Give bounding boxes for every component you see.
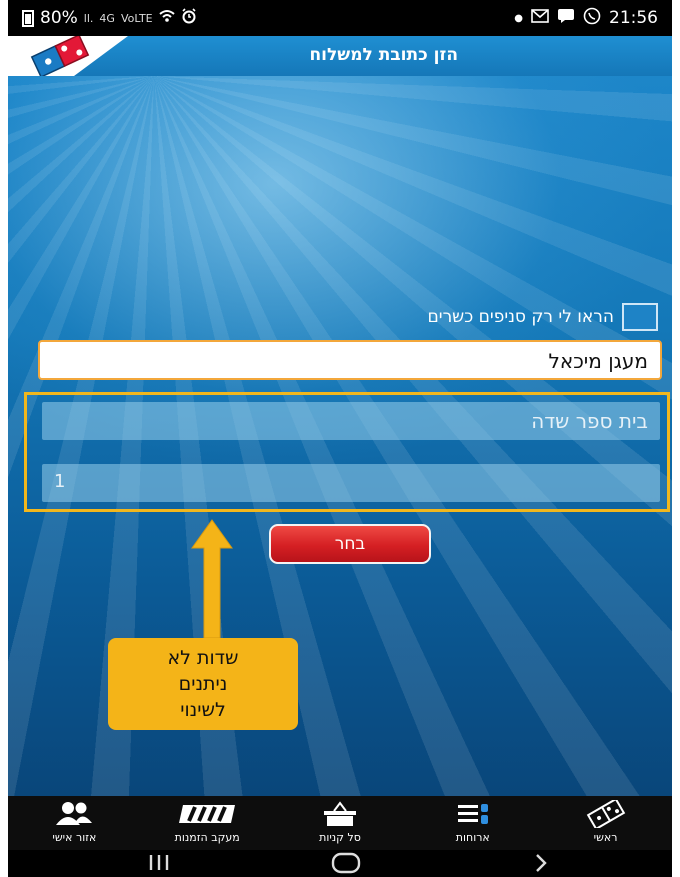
nav-label-home: ראשי — [593, 831, 618, 844]
callout-line-3: לשינוי — [180, 699, 226, 721]
order-tracking-icon — [175, 800, 239, 828]
nav-item-home[interactable]: ראשי — [539, 796, 672, 850]
mail-icon — [531, 8, 549, 28]
signal-strength-text: ll. — [83, 11, 94, 25]
bottom-navigation: אזור אישי מעקב הזמנות סל קניות ארוחות רא… — [8, 796, 672, 850]
page-title: הזן כתובת למשלוח — [309, 45, 459, 65]
message-icon — [557, 8, 575, 29]
kosher-filter-label: הראו לי רק סניפים כשרים — [427, 307, 615, 327]
house-number-field[interactable]: 1 — [42, 464, 660, 502]
battery-percent: 80% — [40, 8, 78, 28]
nav-label-personal-area: אזור אישי — [52, 831, 97, 844]
annotation-arrow-icon — [180, 514, 244, 642]
kosher-filter-checkbox[interactable] — [622, 303, 658, 331]
annotation-callout: שדות לא ניתנים לשינוי — [108, 638, 298, 730]
street-field[interactable]: בית ספר שדה — [42, 402, 660, 440]
choose-button[interactable]: בחר — [269, 524, 431, 564]
personal-area-icon — [55, 800, 93, 828]
home-system-icon[interactable] — [330, 852, 362, 877]
kosher-filter-row[interactable]: הראו לי רק סניפים כשרים — [427, 303, 658, 331]
callout-line-1: שדות לא — [167, 647, 239, 669]
domino-home-icon — [586, 800, 626, 828]
system-navigation-bar — [8, 850, 672, 877]
nav-label-order-tracking: מעקב הזמנות — [174, 831, 240, 844]
nav-label-shopping-cart: סל קניות — [319, 831, 361, 844]
nav-item-personal-area[interactable]: אזור אישי — [8, 796, 141, 850]
nav-item-order-tracking[interactable]: מעקב הזמנות — [141, 796, 274, 850]
network-4g-text: 4G — [99, 11, 115, 25]
volte-text: VoLTE — [120, 11, 153, 25]
back-system-icon[interactable] — [530, 852, 552, 877]
city-field[interactable]: מעגן מיכאל — [38, 340, 662, 380]
whatsapp-icon — [583, 7, 601, 30]
dominos-logo[interactable] — [20, 34, 130, 78]
recent-apps-icon[interactable] — [146, 852, 172, 877]
meals-icon — [456, 800, 490, 828]
nav-item-shopping-cart[interactable]: סל קניות — [274, 796, 407, 850]
status-bar: 80% ll. 4G VoLTE ● 21:56 — [8, 0, 672, 36]
alarm-icon — [181, 8, 197, 28]
nav-label-meals: ארוחות — [455, 831, 490, 844]
wifi-icon — [158, 9, 175, 27]
shopping-cart-icon — [320, 800, 360, 828]
notification-dot-icon: ● — [514, 12, 523, 24]
nav-item-meals[interactable]: ארוחות — [406, 796, 539, 850]
clock-time: 21:56 — [609, 8, 658, 28]
app-header: הזן כתובת למשלוח — [8, 34, 672, 78]
battery-icon — [22, 9, 34, 27]
callout-line-2: ניתנים — [178, 673, 228, 695]
app-frame: 80% ll. 4G VoLTE ● 21:56 הזן כתובת למשלו… — [8, 0, 672, 877]
